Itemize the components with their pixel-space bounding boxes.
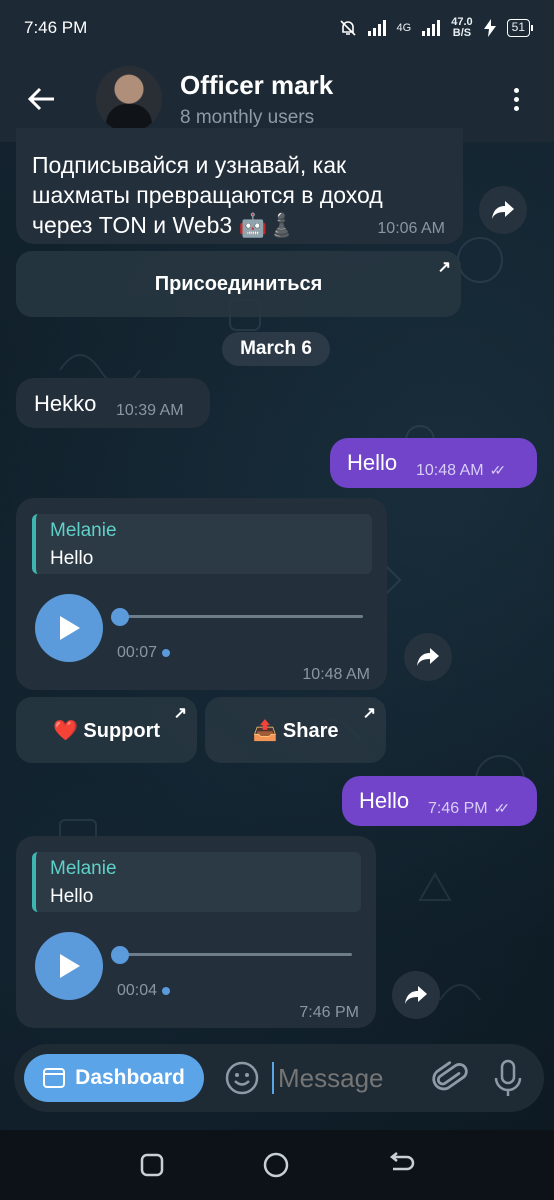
voice-duration-row: 00:07 [117, 644, 171, 662]
voice-waveform[interactable] [120, 615, 363, 618]
voice-scrubber[interactable] [111, 608, 129, 626]
forward-button[interactable] [404, 633, 452, 681]
reply-quote[interactable]: Melanie Hello [32, 514, 372, 574]
voice-duration: 00:07 [117, 644, 158, 661]
message-composer: Dashboard [14, 1044, 544, 1112]
forward-icon [492, 201, 514, 219]
reply-quote[interactable]: Melanie Hello [32, 852, 361, 912]
message-text: Hello [347, 450, 398, 475]
message-text: Подписывайся и узнавай, как шахматы прев… [32, 152, 383, 238]
support-button[interactable]: ❤️ Support ↗ [16, 697, 197, 763]
emoji-icon[interactable] [224, 1060, 260, 1096]
battery-icon: 51 [506, 19, 534, 37]
network-type: 4G [396, 22, 412, 34]
home-icon[interactable] [262, 1151, 290, 1179]
message-time: 10:06 AM [377, 220, 445, 237]
status-bar: 7:46 PM 4G 47.0 B/S 51 [0, 0, 554, 56]
external-link-icon: ↗ [362, 705, 376, 722]
attach-icon[interactable] [430, 1058, 470, 1098]
join-label: Присоединиться [154, 272, 323, 295]
message-bubble[interactable]: Hekko 10:39 AM [16, 378, 210, 428]
mute-icon [339, 20, 356, 36]
app-window-icon [43, 1068, 66, 1088]
message-time: 7:46 PM [428, 800, 488, 817]
reply-text: Hello [50, 886, 94, 907]
recents-icon[interactable] [139, 1152, 165, 1178]
charging-icon [483, 19, 496, 37]
read-ticks-icon: ✓✓ [493, 800, 511, 816]
dashboard-label: Dashboard [75, 1066, 185, 1089]
message-time: 10:39 AM [116, 402, 184, 419]
system-nav-bar [0, 1130, 554, 1200]
voice-scrubber[interactable] [111, 946, 129, 964]
avatar[interactable] [96, 66, 162, 132]
more-menu-button[interactable] [496, 74, 536, 124]
net-speed: 47.0 B/S [451, 17, 472, 39]
voice-message-bubble[interactable]: Melanie Hello 00:07 10:48 AM [16, 498, 387, 690]
external-link-icon: ↗ [173, 705, 187, 722]
voice-waveform[interactable] [120, 953, 352, 956]
message-time: 10:48 AM [302, 666, 370, 683]
message-bubble[interactable]: Подписывайся и узнавай, как шахматы прев… [16, 128, 463, 244]
support-label: ❤️ Support [52, 719, 161, 742]
net-speed-unit: B/S [452, 27, 472, 39]
forward-icon [405, 986, 427, 1004]
forward-button[interactable] [392, 971, 440, 1019]
voice-message-bubble[interactable]: Melanie Hello 00:04 7:46 PM [16, 836, 376, 1028]
back-nav-icon[interactable] [387, 1152, 415, 1178]
message-text: Hekko [34, 391, 97, 416]
forward-icon [417, 648, 439, 666]
chat-title-block[interactable]: Officer mark 8 monthly users [180, 70, 496, 129]
message-bubble-outgoing[interactable]: Hello 7:46 PM ✓✓ [342, 776, 537, 826]
dashboard-button[interactable]: Dashboard [24, 1054, 204, 1102]
chat-title: Officer mark [180, 69, 334, 100]
status-icons: 4G 47.0 B/S 51 [339, 17, 534, 39]
play-icon [60, 954, 80, 978]
voice-duration-row: 00:04 [117, 982, 171, 1000]
back-button[interactable] [20, 77, 64, 121]
voice-duration: 00:04 [117, 982, 158, 999]
signal-icon-2 [422, 20, 441, 36]
message-input[interactable] [278, 1062, 408, 1094]
message-time-row: 7:46 PM ✓✓ [428, 800, 511, 818]
play-button[interactable] [35, 932, 103, 1000]
message-text: Hello [359, 788, 410, 813]
read-ticks-icon: ✓✓ [489, 462, 507, 478]
reply-text: Hello [50, 548, 94, 569]
reply-author: Melanie [50, 520, 117, 541]
signal-icon [367, 20, 386, 36]
reply-author: Melanie [50, 858, 117, 879]
message-bubble-outgoing[interactable]: Hello 10:48 AM ✓✓ [330, 438, 537, 488]
status-time: 7:46 PM [24, 18, 88, 37]
play-button[interactable] [35, 594, 103, 662]
message-time-row: 10:48 AM ✓✓ [416, 462, 507, 480]
message-time: 10:48 AM [416, 462, 484, 479]
text-cursor [272, 1062, 274, 1094]
share-label: 📤 Share [252, 719, 339, 742]
play-icon [60, 616, 80, 640]
share-button[interactable]: 📤 Share ↗ [205, 697, 386, 763]
message-time: 7:46 PM [299, 1004, 359, 1021]
date-separator: March 6 [222, 332, 330, 366]
join-button[interactable]: Присоединиться ↗ [16, 251, 461, 317]
microphone-icon[interactable] [490, 1058, 526, 1098]
forward-button[interactable] [479, 186, 527, 234]
external-link-icon: ↗ [437, 259, 451, 276]
arrow-left-icon [28, 87, 54, 111]
chat-subtitle: 8 monthly users [180, 106, 315, 128]
